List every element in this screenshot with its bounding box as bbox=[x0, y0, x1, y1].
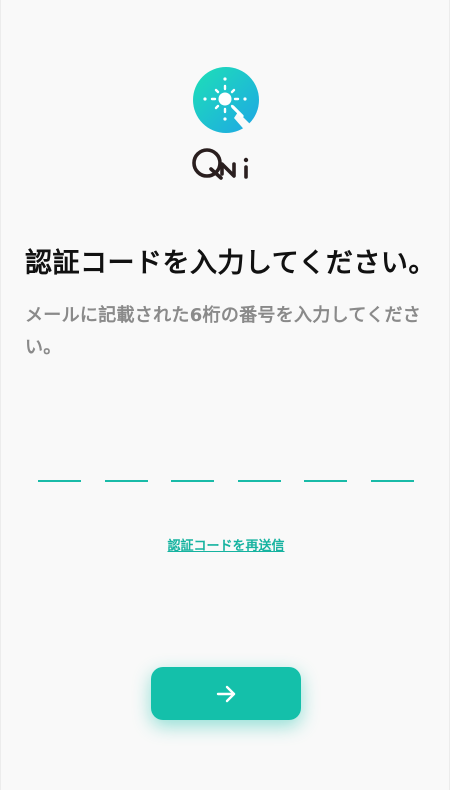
code-digit-1[interactable] bbox=[38, 440, 81, 482]
next-button[interactable] bbox=[151, 667, 301, 720]
code-digit-3[interactable] bbox=[171, 440, 215, 482]
verification-code-input bbox=[38, 440, 414, 482]
code-digit-5[interactable] bbox=[304, 440, 348, 482]
brand-logo bbox=[1, 66, 450, 184]
code-digit-2[interactable] bbox=[104, 440, 148, 482]
qoo-logo-icon bbox=[193, 67, 259, 134]
arrow-right-icon bbox=[216, 685, 236, 702]
code-digit-6[interactable] bbox=[370, 440, 414, 482]
code-digit-4[interactable] bbox=[237, 440, 281, 482]
resend-code-link[interactable]: 認証コードを再送信 bbox=[1, 535, 450, 554]
instruction-text: メールに記載された6桁の番号を入力してください。 bbox=[25, 305, 422, 358]
qni-wordmark-icon bbox=[192, 148, 249, 180]
verification-screen: 認証コードを入力してください。 メールに記載された6桁の番号を入力してください。… bbox=[0, 0, 450, 790]
page-title: 認証コードを入力してください。 bbox=[25, 248, 436, 279]
